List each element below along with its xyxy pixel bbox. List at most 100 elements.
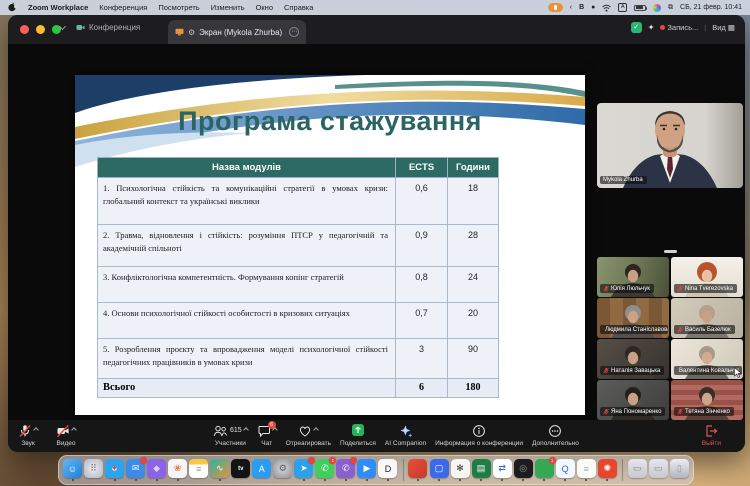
participant-tile[interactable]: Людмила Станіславова bbox=[597, 298, 669, 338]
dock-d-letter-app-icon[interactable]: D bbox=[378, 459, 397, 481]
dock-badge bbox=[308, 457, 315, 464]
chevron-left-icon[interactable]: ‹ bbox=[570, 4, 572, 11]
input-source-icon[interactable]: А bbox=[618, 3, 627, 12]
sparkle-icon[interactable]: ✦ bbox=[648, 23, 655, 32]
dock-viber-icon[interactable]: ✆ bbox=[336, 459, 355, 481]
dock-app-store-icon[interactable]: A bbox=[252, 459, 271, 481]
table-header-row: Назва модулів ECTS Години bbox=[98, 158, 499, 178]
bluetooth-icon[interactable]: B bbox=[579, 4, 584, 11]
menu-clock[interactable]: СБ, 21 февр. 10:41 bbox=[680, 4, 742, 11]
ai-companion-button[interactable]: AI Companion bbox=[385, 424, 426, 447]
audio-options-chevron[interactable] bbox=[33, 427, 39, 433]
participant-tile[interactable]: Валентина Ковальчук bbox=[671, 339, 743, 379]
dock-telegram-icon[interactable]: ➤ bbox=[294, 459, 313, 481]
dock-red-burst-app-icon[interactable]: ✺ bbox=[598, 459, 617, 481]
dock-zoom-icon[interactable]: ▶ bbox=[357, 459, 376, 481]
mic-in-use-indicator[interactable] bbox=[548, 3, 563, 12]
react-chevron[interactable] bbox=[314, 427, 320, 433]
recording-indicator[interactable]: Запись... bbox=[660, 23, 698, 32]
participant-tile[interactable]: Nina Tverezovska bbox=[671, 257, 743, 297]
dock-blue-q-app-icon[interactable]: Q bbox=[556, 459, 575, 481]
dock-safari-icon[interactable]: ✦ bbox=[105, 459, 124, 481]
panel-drag-handle[interactable] bbox=[664, 250, 677, 253]
screen-share-icon bbox=[175, 28, 184, 36]
info-icon bbox=[472, 424, 486, 438]
dock-green-sheet-app-icon[interactable]: ▤ bbox=[472, 459, 491, 481]
dock-white-doc-app-icon[interactable]: ≡ bbox=[577, 459, 596, 481]
dock-separator bbox=[403, 459, 404, 481]
participant-tile[interactable]: Тетяна Зінченко bbox=[671, 380, 743, 420]
siri-icon[interactable] bbox=[653, 4, 661, 12]
table-total-row: Всього 6 180 bbox=[98, 379, 499, 398]
menu-conference[interactable]: Конференция bbox=[99, 3, 147, 12]
more-button[interactable]: Дополнительно bbox=[532, 424, 579, 447]
share-button[interactable]: Поделиться bbox=[340, 424, 376, 447]
muted-mic-icon bbox=[603, 367, 609, 374]
security-shield-icon[interactable]: ✓ bbox=[631, 22, 642, 33]
dock-badge: 1 bbox=[329, 457, 336, 464]
mouse-cursor bbox=[734, 367, 742, 378]
dock-trash-icon[interactable]: ▯ bbox=[670, 459, 689, 481]
participant-tile[interactable]: Василь Базелюк bbox=[671, 298, 743, 338]
audio-button[interactable]: Звук bbox=[18, 424, 38, 447]
dock-chatgpt-icon[interactable]: ✻ bbox=[451, 459, 470, 481]
tab-more-icon[interactable]: ⋯ bbox=[289, 27, 299, 37]
dock-photos-icon[interactable]: ❀ bbox=[168, 459, 187, 481]
dock-apple-tv-icon[interactable]: tv bbox=[231, 459, 250, 481]
video-options-chevron[interactable] bbox=[71, 427, 77, 433]
dock-black-sphere-app-icon[interactable]: ◎ bbox=[514, 459, 533, 481]
view-button[interactable]: Вид ▦ bbox=[712, 23, 735, 32]
desktop: Zoom Workplace Конференция Посмотреть Из… bbox=[0, 0, 750, 486]
table-row: 1. Психологічна стійкість та комунікацій… bbox=[98, 178, 499, 225]
dock-window-preview-2-icon[interactable]: ▭ bbox=[649, 459, 668, 481]
participant-tile[interactable]: Яна Пономаренко bbox=[597, 380, 669, 420]
menu-edit[interactable]: Изменить bbox=[211, 3, 245, 12]
participants-chevron[interactable] bbox=[243, 427, 249, 433]
record-dot-icon bbox=[660, 25, 665, 30]
apple-menu-icon[interactable] bbox=[8, 2, 17, 14]
muted-mic-icon bbox=[677, 408, 683, 415]
menu-window[interactable]: Окно bbox=[256, 3, 273, 12]
meeting-info-button[interactable]: Информация о конференции bbox=[435, 424, 523, 447]
wifi-icon[interactable] bbox=[602, 4, 611, 12]
dock-finder-icon[interactable]: ☺ bbox=[63, 459, 82, 481]
dock-system-settings-icon[interactable]: ⚙ bbox=[273, 459, 292, 481]
participant-name-label: Яна Пономаренко bbox=[600, 407, 665, 416]
screen-mirroring-icon[interactable]: ⧉ bbox=[668, 4, 673, 12]
leave-button[interactable]: Выйти bbox=[702, 424, 721, 447]
chat-button[interactable]: 6 Чат bbox=[257, 424, 277, 447]
dock-window-preview-1-icon[interactable]: ▭ bbox=[628, 459, 647, 481]
participant-tile[interactable]: Юлія Люльчук bbox=[597, 257, 669, 297]
menu-help[interactable]: Справка bbox=[284, 3, 313, 12]
tab-screen-share[interactable]: ⚙ Экран (Mykola Zhurba) ⋯ bbox=[168, 20, 306, 44]
dock-notes-icon[interactable]: ≡ bbox=[189, 459, 208, 481]
minimize-window-button[interactable] bbox=[36, 25, 45, 34]
close-window-button[interactable] bbox=[20, 25, 29, 34]
chat-chevron[interactable] bbox=[272, 427, 278, 433]
camera-muted-icon bbox=[56, 424, 70, 438]
menu-app-name[interactable]: Zoom Workplace bbox=[28, 3, 88, 12]
dock-teamviewer-icon[interactable]: ⇄ bbox=[493, 459, 512, 481]
dock-red-app-icon[interactable] bbox=[408, 459, 427, 481]
tab-settings-icon: ⚙ bbox=[188, 28, 195, 37]
video-button[interactable]: Видео bbox=[56, 424, 76, 447]
dock-launchpad-icon[interactable]: ⠿ bbox=[84, 459, 103, 481]
menu-view[interactable]: Посмотреть bbox=[158, 3, 199, 12]
react-button[interactable]: Отреагировать bbox=[286, 424, 331, 447]
participant-name-label: Валентина Ковальчук bbox=[674, 366, 742, 375]
participant-name-label: Людмила Станіславова bbox=[600, 325, 668, 334]
participants-button[interactable]: 615 Участники bbox=[213, 424, 248, 447]
dock-separator bbox=[622, 459, 623, 481]
dock-mail-icon[interactable]: ✉ bbox=[126, 459, 145, 481]
dock-green-badge-app-icon[interactable]: 1 bbox=[535, 459, 554, 481]
dock-whatsapp-icon[interactable]: ✆1 bbox=[315, 459, 334, 481]
tab-conference[interactable]: Конференция bbox=[76, 23, 140, 32]
muted-mic-icon bbox=[677, 285, 683, 292]
dock-purple-app-icon[interactable]: ◆ bbox=[147, 459, 166, 481]
display-icon[interactable]: ● bbox=[591, 4, 595, 11]
participant-tile[interactable]: Наталія Завацька bbox=[597, 339, 669, 379]
dock-waveform-app-icon[interactable]: ∿ bbox=[210, 459, 229, 481]
active-speaker-video[interactable]: Mykola Zhurba bbox=[597, 103, 743, 188]
dock: ☺⠿✦✉◆❀≡∿tvA⚙➤✆1✆▶D▢✻▤⇄◎1Q≡✺▭▭▯ bbox=[58, 455, 694, 485]
dock-blue-window-app-icon[interactable]: ▢ bbox=[429, 459, 448, 481]
